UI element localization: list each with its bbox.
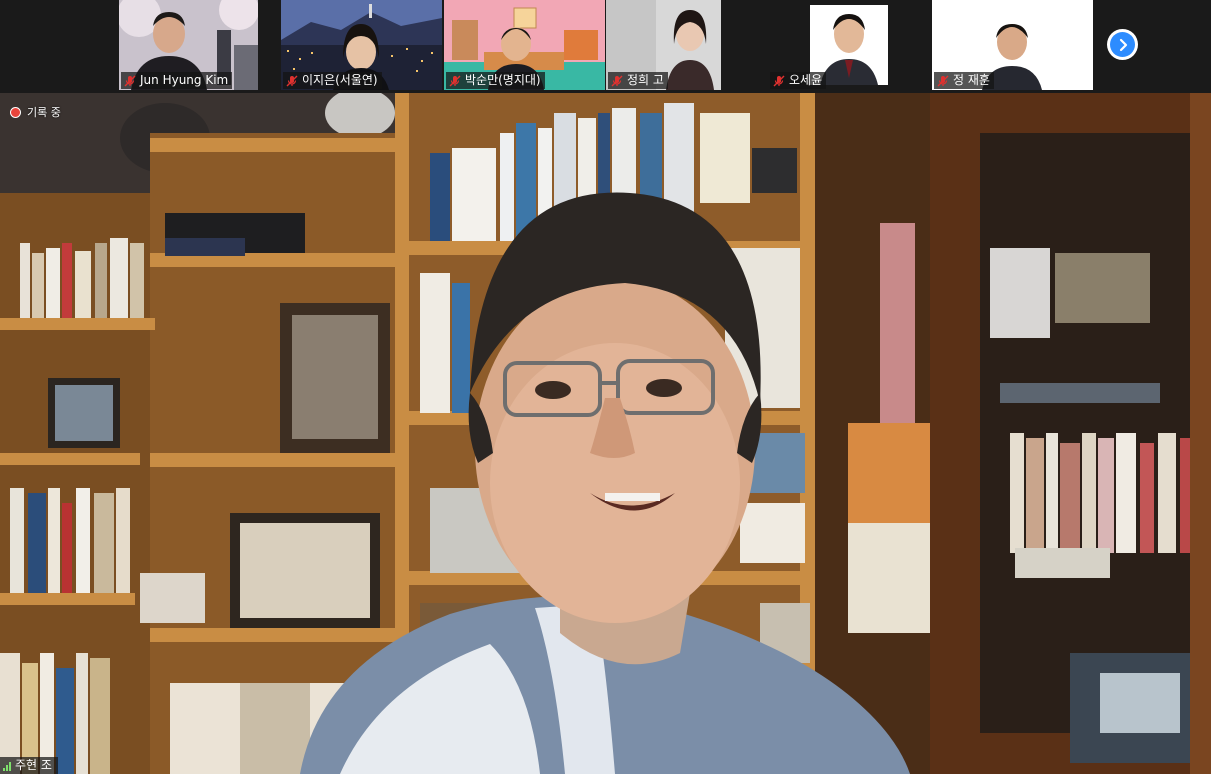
participant-name: 정희 고 (627, 73, 664, 87)
chevron-right-icon (1119, 38, 1127, 51)
participant-strip: Jun Hyung Kim 이지은(서울연) 박순만(명지대) 정희 고 오세윤… (0, 0, 1211, 93)
muted-microphone-icon (286, 75, 298, 86)
muted-microphone-icon (611, 75, 623, 86)
active-speaker-video (0, 93, 1211, 774)
muted-microphone-icon (124, 75, 136, 86)
participant-tile[interactable]: 박순만(명지대) (444, 0, 605, 90)
muted-microphone-icon (449, 75, 461, 86)
next-page-button[interactable] (1107, 29, 1138, 60)
participant-tile[interactable]: 오세윤 (768, 0, 930, 90)
participant-nametag: 이지은(서울연) (283, 72, 382, 89)
muted-microphone-icon (937, 75, 949, 86)
participant-nametag: 오세윤 (770, 72, 827, 89)
participant-name: Jun Hyung Kim (140, 73, 229, 87)
speaker-video-frame (0, 93, 1211, 774)
muted-microphone-icon (773, 75, 785, 86)
participant-nametag: 정희 고 (608, 72, 668, 89)
participant-tile[interactable]: 이지은(서울연) (281, 0, 442, 90)
participant-name: 정 재훈 (953, 73, 990, 87)
participant-name: 박순만(명지대) (465, 73, 541, 87)
zoom-meeting-window: Jun Hyung Kim 이지은(서울연) 박순만(명지대) 정희 고 오세윤… (0, 0, 1211, 774)
participant-nametag: Jun Hyung Kim (121, 72, 233, 89)
recording-dot-icon (10, 106, 21, 118)
recording-indicator: 기록 중 (10, 104, 61, 120)
signal-strength-icon (3, 761, 11, 771)
participant-name: 이지은(서울연) (302, 73, 378, 87)
participant-tile[interactable]: 정 재훈 (932, 0, 1093, 90)
active-speaker-nametag: 주현 조 (0, 757, 58, 774)
participant-tile[interactable]: 정희 고 (606, 0, 721, 90)
participant-nametag: 박순만(명지대) (446, 72, 545, 89)
active-speaker-name: 주현 조 (15, 758, 52, 772)
participant-tile[interactable]: Jun Hyung Kim (119, 0, 258, 90)
participant-nametag: 정 재훈 (934, 72, 994, 89)
recording-label: 기록 중 (27, 106, 61, 119)
participant-name: 오세윤 (789, 73, 823, 87)
